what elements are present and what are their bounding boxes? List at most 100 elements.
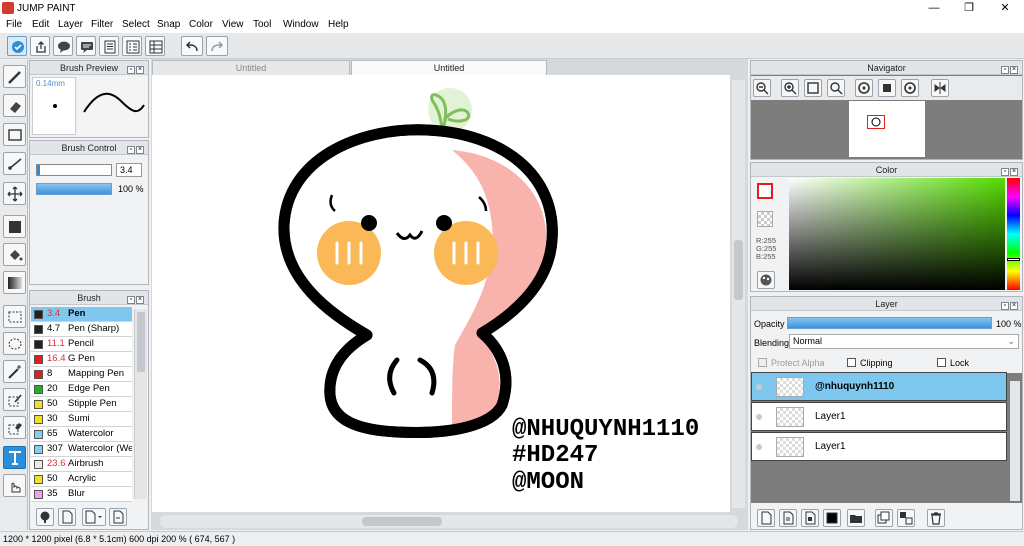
bucket-tool[interactable] — [3, 243, 26, 266]
hue-slider[interactable] — [1007, 178, 1020, 290]
restore-button[interactable]: ❐ — [952, 0, 986, 16]
zoom-out-button[interactable] — [753, 79, 771, 97]
fit-button[interactable] — [804, 79, 822, 97]
hand-tool[interactable] — [3, 474, 26, 497]
flip-button[interactable] — [931, 79, 949, 97]
eraser-tool[interactable] — [3, 94, 26, 117]
canvas-vertical-scrollbar[interactable] — [732, 80, 745, 508]
menu-layer[interactable]: Layer — [58, 19, 83, 30]
panel-close-icon[interactable]: × — [136, 146, 144, 154]
menu-filter[interactable]: Filter — [91, 19, 113, 30]
new-folder-button[interactable] — [847, 509, 865, 527]
new-layer-button[interactable] — [757, 509, 775, 527]
grid-button[interactable] — [145, 36, 165, 56]
lasso-tool[interactable] — [3, 332, 26, 355]
brush-tool[interactable] — [3, 65, 26, 88]
fill-rect-tool[interactable] — [3, 215, 26, 238]
brush-item[interactable]: 30 Sumi — [31, 412, 132, 427]
brush-size-slider[interactable] — [36, 164, 112, 176]
menu-snap[interactable]: Snap — [157, 19, 180, 30]
eye-icon[interactable] — [756, 414, 762, 420]
tab-untitled-1[interactable]: Untitled — [152, 60, 350, 75]
delete-layer-button[interactable] — [927, 509, 945, 527]
brush-item[interactable]: 20 Edge Pen — [31, 382, 132, 397]
lock-checkbox[interactable] — [937, 358, 946, 367]
panel-float-icon[interactable]: ▫ — [127, 66, 135, 74]
merge-layer-button[interactable] — [897, 509, 915, 527]
gradient-tool[interactable] — [3, 271, 26, 294]
brush-item[interactable]: 307 Watercolor (We — [31, 442, 132, 457]
undo-button[interactable] — [181, 36, 203, 56]
brush-item[interactable]: 3.4 Pen — [31, 307, 132, 322]
brush-item[interactable]: 50 Acrylic — [31, 472, 132, 487]
brush-opacity-slider[interactable] — [36, 183, 112, 195]
new-halftone-layer-button[interactable] — [823, 509, 841, 527]
panel-float-icon[interactable]: ▫ — [1001, 168, 1009, 176]
text-tool[interactable] — [3, 446, 26, 469]
layer-opacity-slider[interactable] — [787, 317, 992, 329]
page-setup-button[interactable] — [122, 36, 142, 56]
brush-item[interactable]: 11.1 Pencil — [31, 337, 132, 352]
protect-alpha-checkbox[interactable] — [758, 358, 767, 367]
panel-float-icon[interactable]: ▫ — [127, 296, 135, 304]
brush-size-input[interactable]: 3.4 — [116, 163, 142, 177]
brush-item[interactable]: 65 Watercolor — [31, 427, 132, 442]
magic-wand-tool[interactable] — [3, 360, 26, 383]
new-8bit-layer-button[interactable] — [801, 509, 819, 527]
select-pen-tool[interactable] — [3, 388, 26, 411]
panel-close-icon[interactable]: × — [136, 296, 144, 304]
brush-item[interactable]: 23.6 Airbrush — [31, 457, 132, 472]
line-tool[interactable] — [3, 152, 26, 175]
duplicate-layer-button[interactable] — [875, 509, 893, 527]
rect-select-tool[interactable] — [3, 305, 26, 328]
layer-row[interactable]: Layer1 — [751, 402, 1007, 431]
eye-icon[interactable] — [756, 444, 762, 450]
select-eraser-tool[interactable] — [3, 416, 26, 439]
new-brush-button[interactable] — [58, 508, 76, 526]
rotate-right-button[interactable] — [901, 79, 919, 97]
menu-file[interactable]: File — [6, 19, 22, 30]
rotate-left-button[interactable] — [855, 79, 873, 97]
brush-menu-button[interactable] — [82, 508, 106, 526]
brush-item[interactable]: 16.4 G Pen — [31, 352, 132, 367]
foreground-color-swatch[interactable] — [757, 183, 773, 199]
layer-row[interactable]: @nhuquynh1110 — [751, 372, 1007, 401]
brush-item[interactable]: 35 Blur — [31, 487, 132, 502]
menu-select[interactable]: Select — [122, 19, 150, 30]
new-raster-layer-button[interactable] — [779, 509, 797, 527]
menu-edit[interactable]: Edit — [32, 19, 49, 30]
document-button[interactable] — [99, 36, 119, 56]
panel-close-icon[interactable]: × — [136, 66, 144, 74]
menu-view[interactable]: View — [222, 19, 244, 30]
brush-item[interactable]: 4.7 Pen (Sharp) — [31, 322, 132, 337]
brush-item[interactable]: 50 Stipple Pen — [31, 397, 132, 412]
delete-brush-button[interactable] — [109, 508, 127, 526]
eye-icon[interactable] — [756, 384, 762, 390]
eyedropper-button[interactable] — [757, 271, 775, 289]
menu-window[interactable]: Window — [283, 19, 319, 30]
share-button[interactable] — [30, 36, 50, 56]
brush-list-scrollbar[interactable] — [134, 309, 147, 499]
minimize-button[interactable]: — — [917, 0, 951, 16]
panel-close-icon[interactable]: × — [1010, 66, 1018, 74]
tab-untitled-2[interactable]: Untitled — [351, 60, 547, 75]
panel-close-icon[interactable]: × — [1010, 302, 1018, 310]
shape-tool[interactable] — [3, 123, 26, 146]
panel-close-icon[interactable]: × — [1010, 168, 1018, 176]
menu-color[interactable]: Color — [189, 19, 213, 30]
panel-float-icon[interactable]: ▫ — [1001, 66, 1009, 74]
clipping-checkbox[interactable] — [847, 358, 856, 367]
brush-settings-button[interactable] — [36, 508, 54, 526]
blending-select[interactable]: Normal ⌄ — [789, 334, 1019, 349]
layer-list-scrollbar[interactable] — [1010, 381, 1020, 501]
redo-button[interactable] — [206, 36, 228, 56]
comment-button[interactable] — [53, 36, 73, 56]
transparent-color-swatch[interactable] — [757, 211, 773, 227]
reset-rotation-button[interactable] — [878, 79, 896, 97]
brush-item[interactable]: 8 Mapping Pen — [31, 367, 132, 382]
panel-float-icon[interactable]: ▫ — [127, 146, 135, 154]
actual-size-button[interactable] — [827, 79, 845, 97]
canvas-horizontal-scrollbar[interactable] — [160, 515, 738, 528]
message-button[interactable] — [76, 36, 96, 56]
panel-float-icon[interactable]: ▫ — [1001, 302, 1009, 310]
